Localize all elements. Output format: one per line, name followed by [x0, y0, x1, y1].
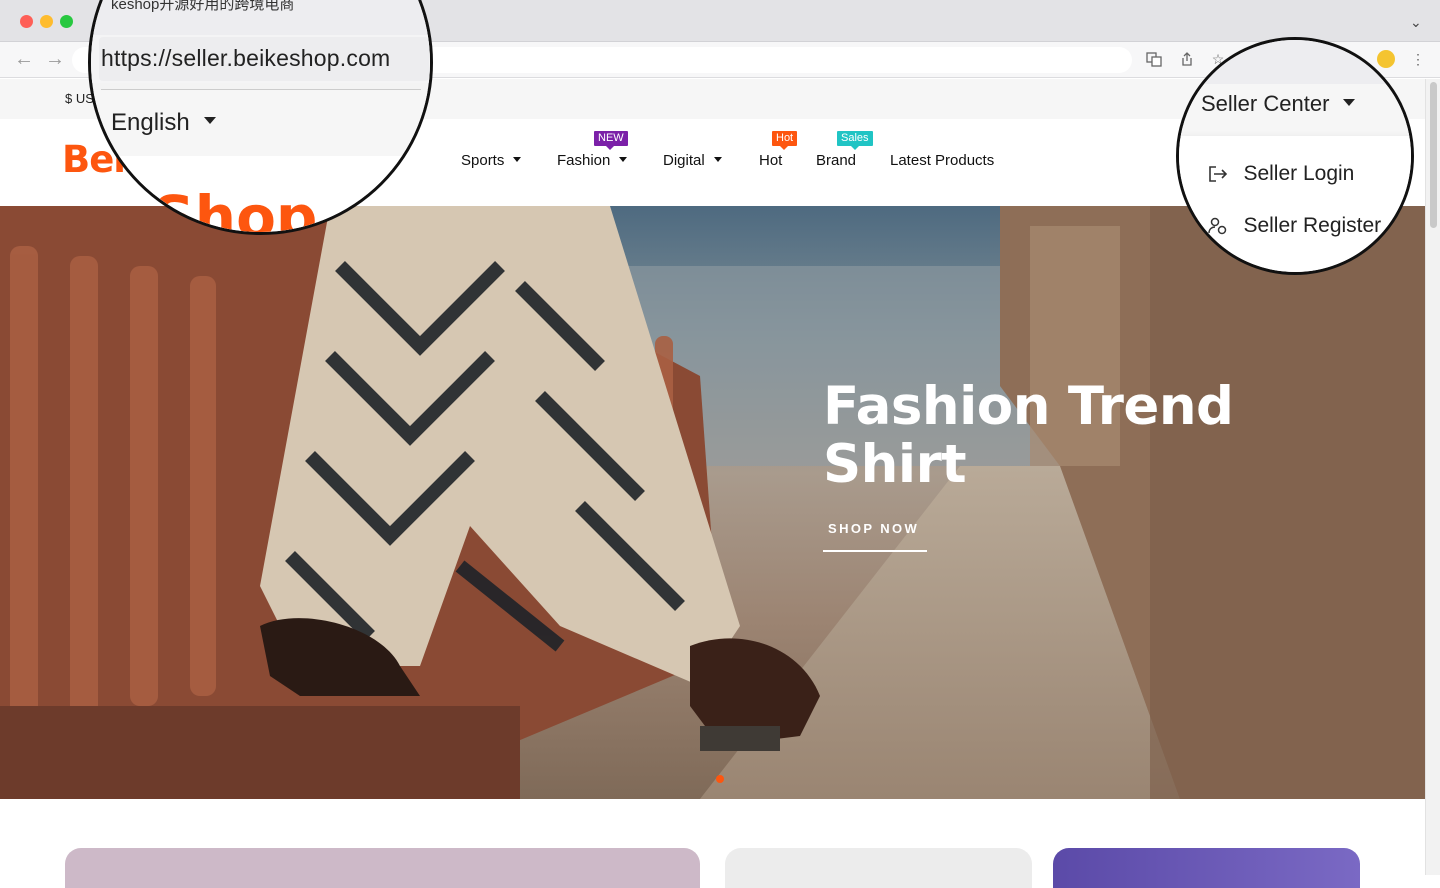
shop-now-underline [823, 550, 927, 552]
seller-register-label: Seller Register [1243, 214, 1382, 237]
maximize-window-icon[interactable] [60, 15, 73, 28]
tab-list-chevron-icon[interactable]: ⌄ [1410, 14, 1422, 31]
seller-login-label: Seller Login [1243, 162, 1355, 185]
scrollbar-thumb[interactable] [1430, 82, 1437, 228]
url-text[interactable]: https://seller.beikeshop.com [101, 45, 390, 72]
nav-item-fashion[interactable]: Fashion [557, 152, 628, 169]
nav-item-digital[interactable]: Digital [663, 152, 722, 169]
hot-badge: Hot [772, 131, 798, 146]
magnifier-lens-url: keshop开源好用的跨境电商 https://seller.beikeshop… [88, 0, 433, 235]
login-icon [1209, 166, 1228, 182]
badge-pointer [606, 146, 614, 150]
badge-pointer [780, 146, 788, 150]
back-arrow-icon[interactable]: ← [14, 49, 34, 69]
logo-fragment: Shop [153, 183, 318, 235]
magnifier-lens-seller: Seller Center Seller Login Seller Regist… [1176, 37, 1414, 275]
caret-down-icon [1343, 98, 1356, 106]
seller-dropdown-menu [1179, 136, 1411, 272]
language-label: English [111, 109, 190, 136]
seller-center-toggle[interactable]: Seller Center [1201, 91, 1356, 117]
caret-down-icon [513, 156, 522, 162]
hero-banner[interactable] [0, 206, 1425, 799]
category-card[interactable] [1053, 848, 1360, 888]
sales-badge: Sales [837, 131, 873, 146]
more-menu-icon[interactable]: ⋮ [1410, 51, 1426, 67]
caret-down-icon [713, 156, 722, 162]
carousel-dot-active[interactable] [716, 775, 724, 783]
new-badge: NEW [594, 131, 628, 146]
hero-title-line1: Fashion Trend [823, 376, 1234, 437]
nav-item-hot[interactable]: Hot [759, 152, 782, 169]
seller-login-item[interactable]: Seller Login [1207, 162, 1354, 186]
register-user-icon [1208, 217, 1227, 235]
category-card[interactable] [725, 848, 1032, 888]
badge-pointer [851, 146, 859, 150]
lens-toolbar [1179, 40, 1411, 84]
hero-photo [0, 206, 1425, 799]
shop-now-button[interactable]: SHOP NOW [828, 521, 919, 536]
nav-label: Digital [663, 152, 705, 169]
language-selector[interactable]: English [111, 109, 216, 137]
seller-center-label: Seller Center [1201, 91, 1330, 116]
hero-title-line2: Shirt [823, 434, 967, 495]
forward-arrow-icon[interactable]: → [45, 49, 65, 69]
seller-register-item[interactable]: Seller Register [1207, 214, 1381, 238]
translate-icon[interactable] [1146, 51, 1162, 67]
close-window-icon[interactable] [20, 15, 33, 28]
caret-down-icon [619, 156, 628, 162]
category-card[interactable] [65, 848, 700, 888]
nav-item-latest-products[interactable]: Latest Products [890, 152, 994, 169]
hero-title: Fashion Trend Shirt [823, 378, 1234, 494]
nav-label: Fashion [557, 152, 611, 169]
tab-title-fragment: keshop开源好用的跨境电商 [111, 0, 295, 13]
minimize-window-icon[interactable] [40, 15, 53, 28]
nav-item-brand[interactable]: Brand [816, 152, 856, 169]
nav-item-sports[interactable]: Sports [461, 152, 522, 169]
caret-down-icon [203, 117, 216, 125]
nav-label: Sports [461, 152, 505, 169]
